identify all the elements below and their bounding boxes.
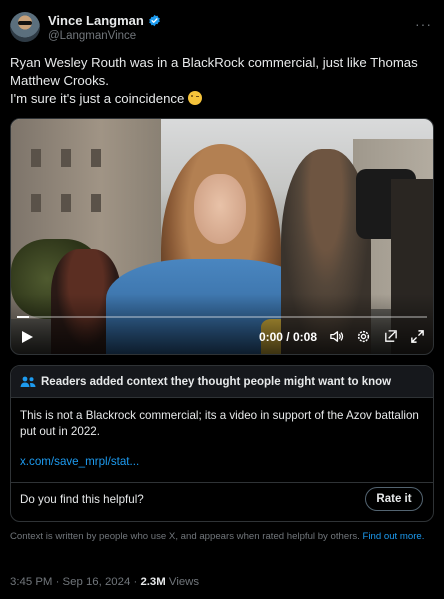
tweet-line-1: Ryan Wesley Routh was in a BlackRock com…: [10, 55, 418, 88]
play-icon[interactable]: [20, 330, 34, 344]
author-handle[interactable]: @LangmanVince: [48, 30, 136, 42]
tweet-header: Vince Langman @LangmanVince ···: [10, 12, 434, 46]
settings-icon[interactable]: [356, 329, 371, 344]
video-progress-bar[interactable]: [17, 316, 427, 318]
tweet-timestamp[interactable]: 3:45 PM · Sep 16, 2024 ·: [10, 576, 140, 588]
helpful-question: Do you find this helpful?: [20, 493, 144, 506]
tweet-line-2-text: I'm sure it's just a coincidence: [10, 91, 185, 106]
video-time: 0:00 / 0:08: [258, 329, 317, 344]
community-note-body: This is not a Blackrock commercial; its …: [20, 409, 419, 438]
popout-icon[interactable]: [383, 329, 398, 344]
avatar[interactable]: [10, 12, 40, 42]
community-notes-footer: Context is written by people who use X, …: [10, 530, 434, 543]
verified-badge-icon: [149, 14, 160, 27]
more-options-icon[interactable]: ···: [415, 16, 432, 32]
tweet-text: Ryan Wesley Routh was in a BlackRock com…: [10, 54, 434, 108]
winking-face-icon: [188, 91, 203, 105]
community-note-source-link[interactable]: x.com/save_mrpl/stat...: [20, 455, 139, 468]
fullscreen-icon[interactable]: [410, 329, 425, 344]
community-note-header: Readers added context they thought peopl…: [11, 366, 433, 398]
rate-it-button[interactable]: Rate it: [365, 487, 423, 511]
video-controls: 0:00 / 0:08: [259, 329, 425, 344]
author-name[interactable]: Vince Langman: [48, 13, 144, 28]
author-name-row[interactable]: Vince Langman: [48, 13, 161, 28]
views-count: 2.3M: [140, 576, 166, 588]
people-icon: [20, 376, 36, 387]
community-note: Readers added context they thought peopl…: [10, 365, 434, 522]
video-frame-woman-face: [194, 174, 246, 244]
video-progress-fill: [17, 316, 30, 318]
tweet-line-2: I'm sure it's just a coincidence: [10, 90, 434, 108]
context-footer-text: Context is written by people who use X, …: [10, 531, 360, 542]
views-label: Views: [165, 576, 200, 588]
divider: [11, 482, 433, 483]
community-note-title: Readers added context they thought peopl…: [41, 376, 392, 388]
find-out-more-link[interactable]: Find out more.: [363, 531, 425, 542]
volume-icon[interactable]: [329, 329, 344, 344]
video-controls-gradient: [11, 294, 433, 354]
video-player[interactable]: 0:00 / 0:08: [10, 118, 434, 355]
tweet-meta: 3:45 PM · Sep 16, 2024 · 2.3M Views: [10, 576, 199, 588]
